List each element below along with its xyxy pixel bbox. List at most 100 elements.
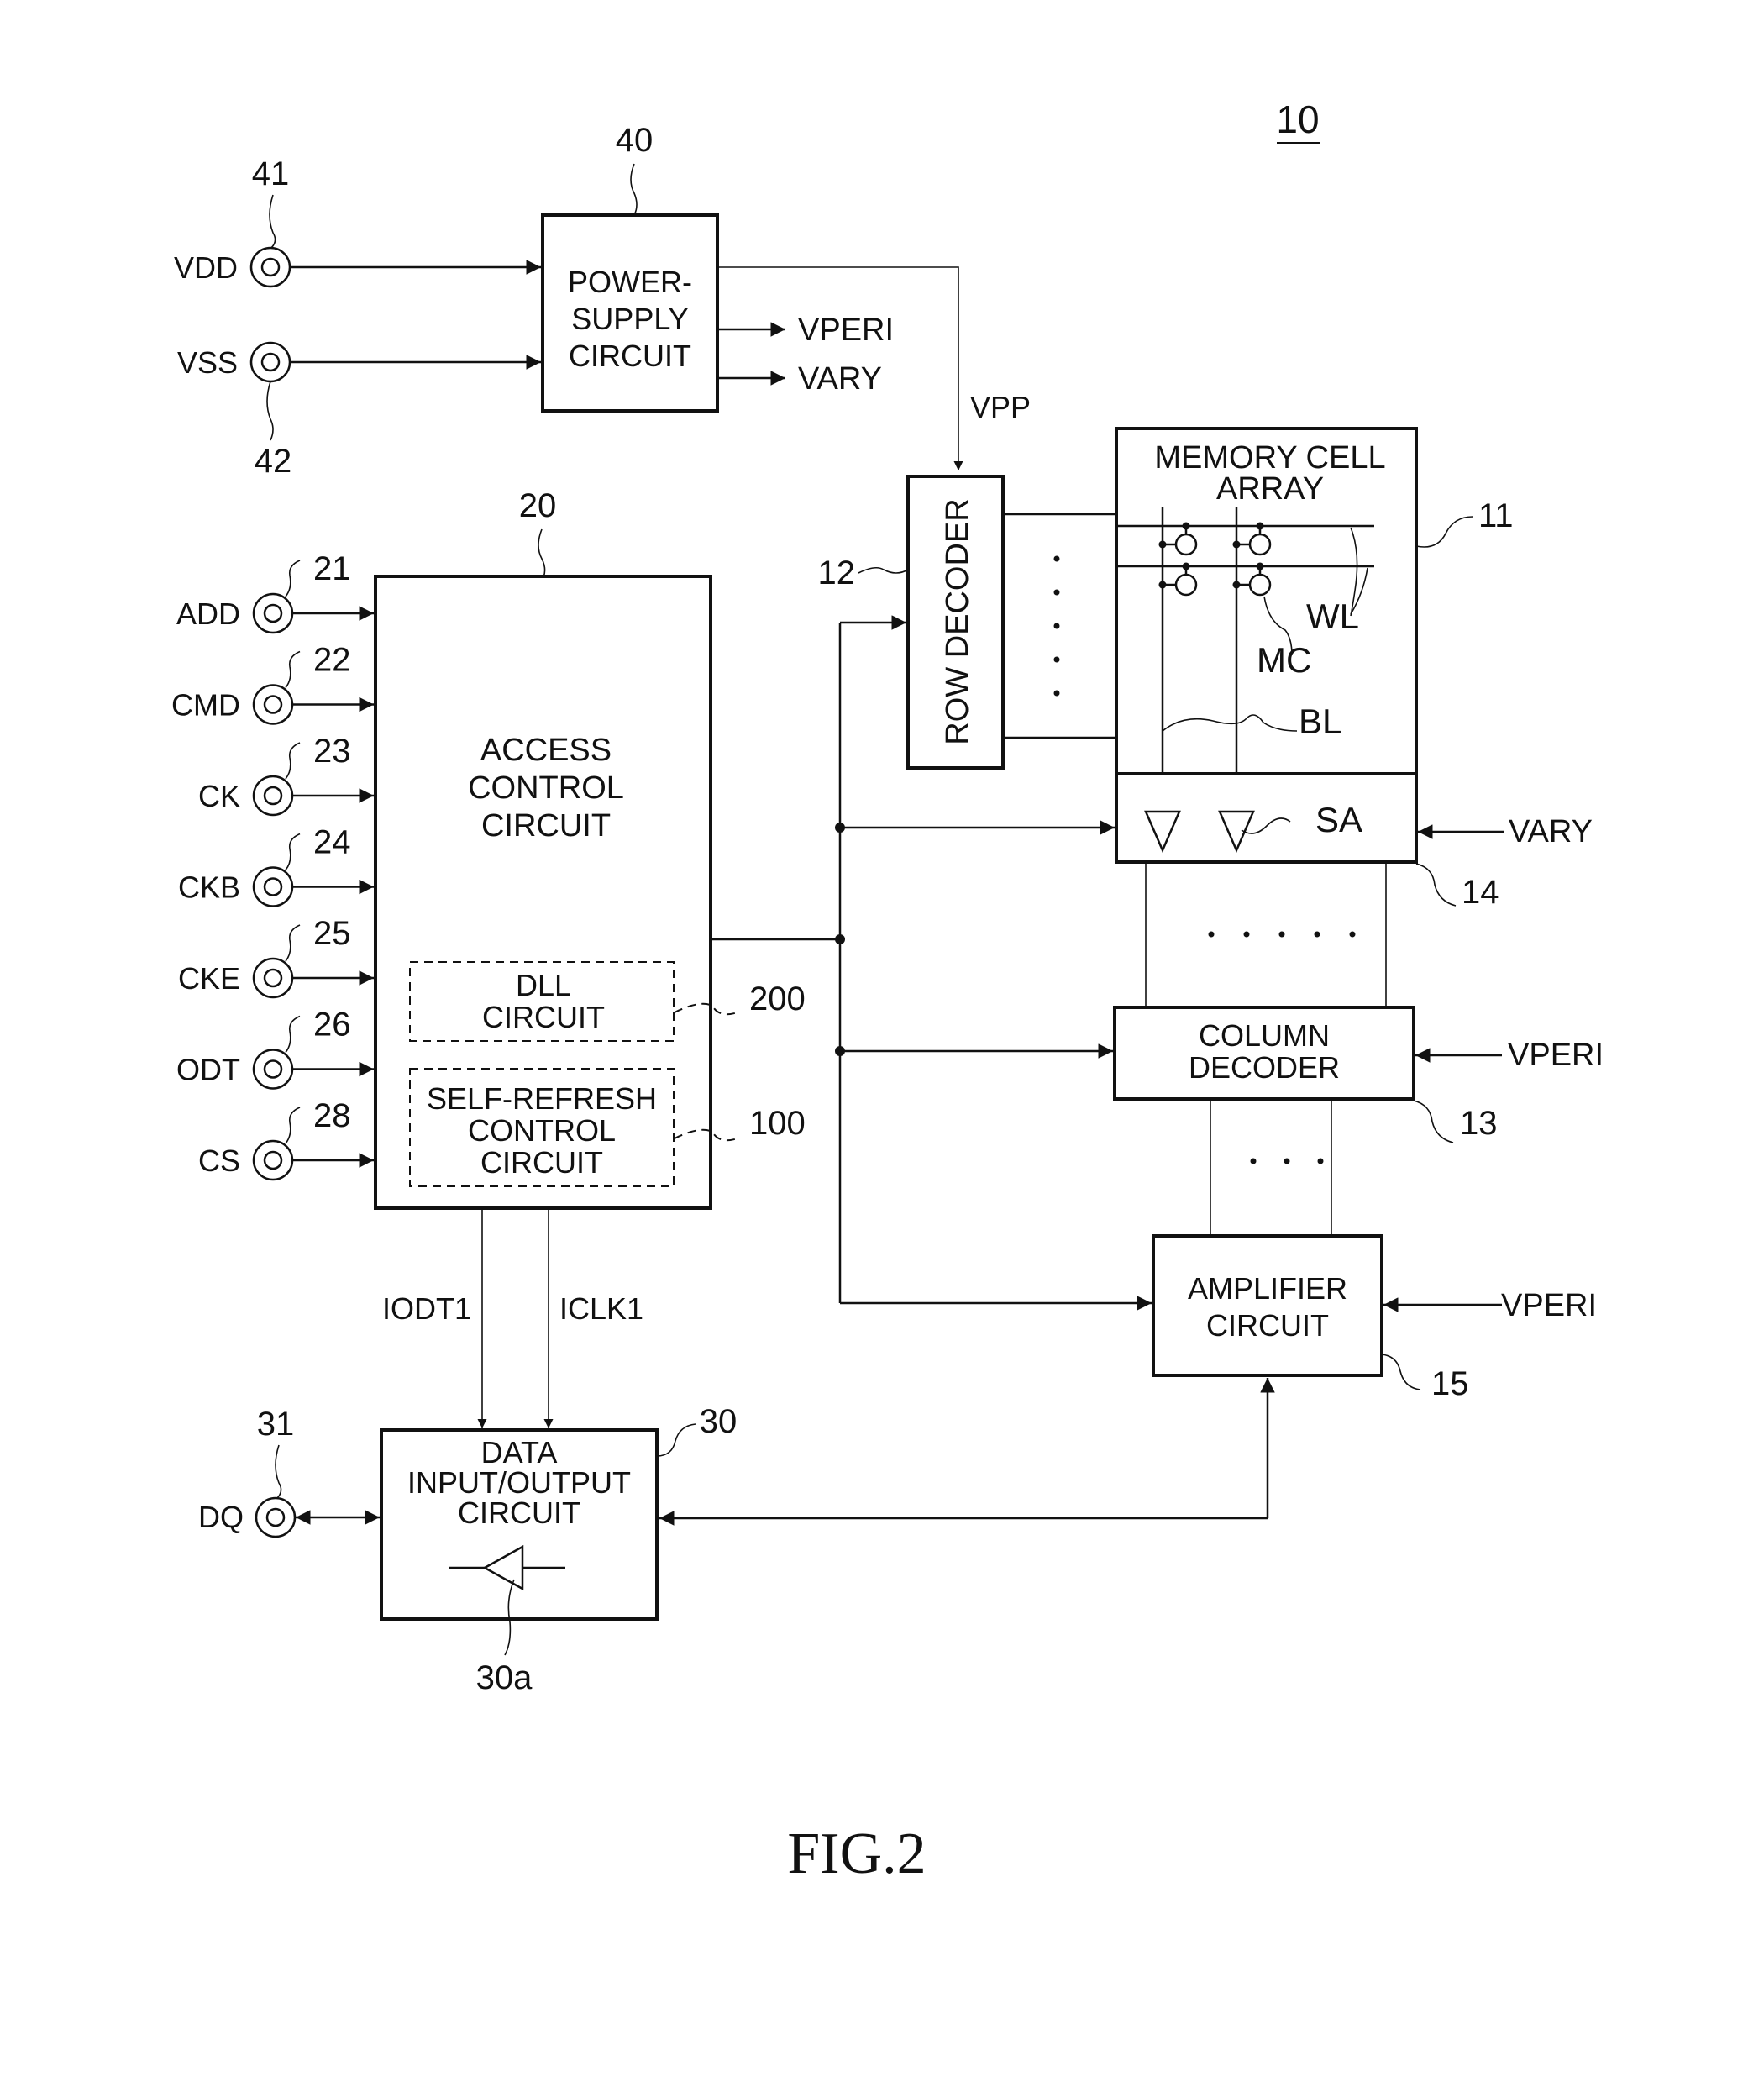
terminal-ref: 31 [257,1406,295,1443]
data-io-label-3: CIRCUIT [458,1496,580,1530]
terminal-leader [266,381,274,441]
terminal-leader [285,1107,301,1144]
terminal-ckb: CKB 24 [178,824,374,907]
terminal-ck: CK 23 [198,733,374,817]
memory-array-label-1: MEMORY CELL [1154,440,1385,476]
iodt1-label: IODT1 [382,1291,471,1326]
terminal-inner-ring [263,968,283,988]
sa-supply-label: VARY [1509,814,1593,849]
access-control-leader [538,528,546,578]
junction-dot [1232,581,1241,589]
terminal-vdd: VDD 41 [174,155,541,288]
amplifier-box [1152,1234,1383,1377]
row-decoder-ref: 12 [818,555,856,591]
memory-cell-icon [1248,533,1272,556]
terminal-leader [285,742,301,780]
terminal-ref: 22 [313,642,351,679]
junction-dot [1256,562,1264,570]
terminal-label: ADD [176,597,240,631]
column-decoder-label-1: COLUMN [1199,1018,1330,1053]
memory-array-leader [1415,516,1473,548]
iclk1-label: ICLK1 [559,1291,643,1326]
vpp-label: VPP [970,390,1031,424]
dll-ref: 200 [749,980,806,1017]
access-control-circuit: ACCESS CONTROL CIRCUIT 20 DLL CIRCUIT 20… [374,487,806,1210]
junction-dot [835,934,845,944]
junction-dot [1182,562,1190,570]
junction-dot [1158,581,1167,589]
power-supply-leader [630,163,638,216]
self-refresh-label-2: CONTROL [468,1113,616,1148]
column-decoder-leader [1413,1100,1454,1143]
input-terminals: ADD 21 CMD 22 CK 23 CKB 24 CKE 25 ODT 26 CS 28 [171,550,374,1181]
junction-dot [835,823,845,833]
data-io-label-1: DATA [481,1435,558,1469]
terminal-inner-ring [265,1507,286,1527]
bl-label: BL [1299,702,1341,741]
terminal-leader [285,924,301,962]
sa-coldec-ellipsis [1208,931,1356,938]
coldec-amp-ellipsis [1250,1158,1324,1164]
terminal-label: CKB [178,870,240,905]
terminal-label: CKE [178,961,240,996]
power-supply-circuit: POWER- SUPPLY CIRCUIT 40 VPERI VARY VPP [541,122,1031,470]
terminal-ref: 26 [313,1007,351,1044]
amplifier-label-2: CIRCUIT [1206,1308,1329,1343]
memory-cell-icon [1248,573,1272,597]
terminal-ref: 21 [313,550,351,587]
terminal-add: ADD 21 [176,550,374,634]
terminal-label: CMD [171,688,240,723]
access-control-label-3: CIRCUIT [481,808,611,844]
junction-dot [835,1046,845,1056]
dll-label-2: CIRCUIT [482,1000,605,1034]
terminal-ref: 28 [313,1097,351,1134]
terminal-inner-ring [263,1059,283,1079]
sa-label: SA [1315,800,1362,839]
power-supply-ref: 40 [616,122,654,159]
junction-dot [1256,522,1264,530]
column-decoder: COLUMN DECODER VPERI 13 [1113,1006,1604,1143]
wl-label: WL [1306,597,1359,636]
terminal-cmd: CMD 22 [171,642,374,725]
row-decoder-label: ROW DECODER [940,498,975,744]
data-io-leader [656,1423,696,1457]
dram-block-diagram: 10 POWER- SUPPLY CIRCUIT 40 VPERI VARY V… [171,97,1604,1886]
terminal-leader [285,560,301,597]
sense-amp-ref: 14 [1462,874,1499,911]
terminal-label: DQ [198,1500,244,1534]
junction-dot [1232,540,1241,549]
vary-output-label: VARY [798,361,882,397]
memory-cell-icon [1174,573,1198,597]
terminal-label: VSS [177,345,238,380]
row-decoder-leader [858,566,909,574]
terminal-vss: VSS 42 [177,341,541,480]
terminal-leader [285,1015,301,1053]
memory-cell-icon [1174,533,1198,556]
coldec-supply-label: VPERI [1508,1038,1604,1073]
junction-dot [1158,540,1167,549]
memory-cell-array: MEMORY CELL ARRAY 11 WL MC BL [1115,427,1514,812]
terminal-ref: 41 [252,155,290,192]
terminal-cke: CKE 25 [178,915,374,999]
self-refresh-ref: 100 [749,1105,806,1142]
terminal-inner-ring [260,257,281,277]
terminal-ref: 42 [255,443,292,480]
terminal-odt: ODT 26 [176,1007,374,1090]
memory-array-ref: 11 [1478,497,1514,534]
self-refresh-label-3: CIRCUIT [480,1145,603,1180]
vperi-output-label: VPERI [798,313,894,348]
terminal-dq: DQ 31 [198,1406,380,1538]
buffer-ref: 30a [476,1659,533,1696]
figure-ref-number: 10 [1276,97,1319,141]
terminal-ref: 23 [313,733,351,770]
access-control-ref: 20 [519,487,557,524]
amplifier-ref: 15 [1431,1365,1469,1402]
terminal-inner-ring [263,1150,283,1170]
terminal-leader [269,194,276,249]
column-decoder-ref: 13 [1460,1105,1498,1142]
sense-amp-leader [1415,863,1457,907]
terminal-inner-ring [263,877,283,896]
memory-array-label-2: ARRAY [1216,471,1324,507]
terminal-inner-ring [263,603,283,623]
amplifier-circuit: AMPLIFIER CIRCUIT VPERI 15 [1152,1234,1597,1402]
